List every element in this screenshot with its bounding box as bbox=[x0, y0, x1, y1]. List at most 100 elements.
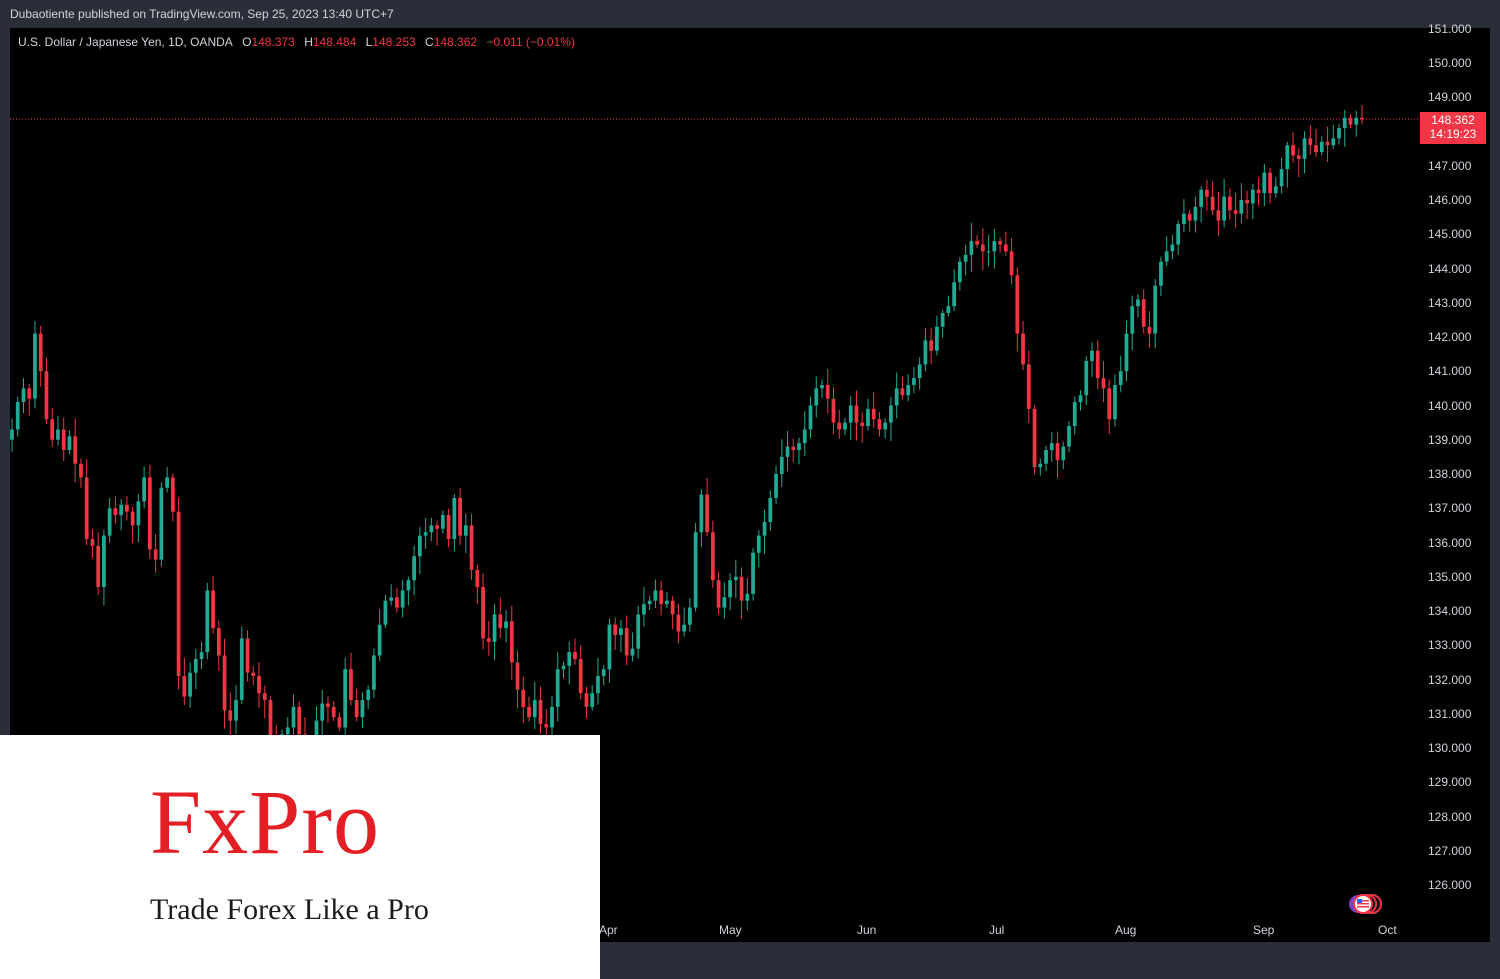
candle-body[interactable] bbox=[820, 384, 824, 389]
candle-body[interactable] bbox=[630, 648, 635, 656]
candle-body[interactable] bbox=[176, 511, 181, 677]
candle-body[interactable] bbox=[262, 693, 267, 701]
candle-body[interactable] bbox=[44, 371, 49, 420]
candle-body[interactable] bbox=[27, 388, 32, 399]
candle-body[interactable] bbox=[73, 436, 78, 464]
candle-body[interactable] bbox=[96, 545, 101, 588]
candle-body[interactable] bbox=[50, 419, 55, 440]
candle-body[interactable] bbox=[889, 405, 893, 423]
candle-body[interactable] bbox=[1210, 196, 1215, 211]
candle-body[interactable] bbox=[619, 628, 623, 635]
candle-body[interactable] bbox=[1193, 206, 1198, 221]
candle-body[interactable] bbox=[831, 398, 836, 423]
candle-body[interactable] bbox=[642, 604, 646, 615]
candle-body[interactable] bbox=[372, 655, 376, 690]
candle-body[interactable] bbox=[1113, 384, 1117, 420]
candle-body[interactable] bbox=[567, 652, 572, 666]
candle-body[interactable] bbox=[521, 689, 526, 707]
candle-body[interactable] bbox=[446, 515, 451, 540]
candle-body[interactable] bbox=[1009, 251, 1014, 276]
candle-body[interactable] bbox=[33, 333, 37, 399]
candle-body[interactable] bbox=[251, 672, 256, 677]
candle-body[interactable] bbox=[613, 624, 618, 635]
candle-body[interactable] bbox=[268, 700, 273, 738]
candle-body[interactable] bbox=[527, 706, 531, 718]
candle-body[interactable] bbox=[624, 628, 629, 656]
candle-body[interactable] bbox=[148, 477, 152, 550]
candle-body[interactable] bbox=[935, 326, 939, 351]
candle-body[interactable] bbox=[38, 333, 43, 372]
candle-body[interactable] bbox=[1021, 333, 1025, 365]
candle-body[interactable] bbox=[866, 408, 870, 427]
candle-body[interactable] bbox=[745, 593, 750, 601]
candle-body[interactable] bbox=[544, 724, 549, 728]
candle-body[interactable] bbox=[929, 340, 934, 351]
candle-body[interactable] bbox=[10, 429, 14, 440]
candle-body[interactable] bbox=[153, 549, 158, 560]
candle-body[interactable] bbox=[395, 597, 399, 608]
candle-body[interactable] bbox=[1164, 251, 1169, 262]
candle-body[interactable] bbox=[1078, 395, 1083, 403]
candle-body[interactable] bbox=[285, 727, 290, 735]
candle-body[interactable] bbox=[440, 515, 445, 529]
candle-body[interactable] bbox=[1348, 117, 1353, 125]
candle-body[interactable] bbox=[1153, 285, 1158, 334]
candle-body[interactable] bbox=[532, 700, 537, 718]
candle-body[interactable] bbox=[808, 405, 813, 430]
candle-body[interactable] bbox=[1187, 213, 1192, 221]
us-flag-icon[interactable] bbox=[1347, 893, 1391, 915]
candle-body[interactable] bbox=[659, 590, 664, 605]
candle-body[interactable] bbox=[1233, 210, 1238, 214]
candle-body[interactable] bbox=[1072, 402, 1077, 427]
candle-body[interactable] bbox=[1337, 128, 1341, 139]
candle-body[interactable] bbox=[894, 388, 899, 406]
candle-body[interactable] bbox=[722, 597, 727, 608]
candle-body[interactable] bbox=[986, 251, 991, 253]
candle-body[interactable] bbox=[211, 590, 215, 629]
candle-body[interactable] bbox=[1101, 378, 1106, 389]
candle-body[interactable] bbox=[1360, 117, 1364, 120]
candle-body[interactable] bbox=[469, 525, 474, 570]
candle-body[interactable] bbox=[1003, 244, 1008, 252]
candle-body[interactable] bbox=[1124, 333, 1129, 372]
candle-body[interactable] bbox=[90, 539, 95, 546]
candle-body[interactable] bbox=[980, 244, 985, 252]
candle-body[interactable] bbox=[1205, 189, 1209, 197]
candle-body[interactable] bbox=[113, 508, 118, 516]
candle-body[interactable] bbox=[1302, 138, 1307, 159]
candle-body[interactable] bbox=[1032, 408, 1037, 468]
candle-body[interactable] bbox=[561, 665, 566, 670]
candle-body[interactable] bbox=[498, 614, 503, 629]
candle-body[interactable] bbox=[130, 511, 135, 526]
candle-body[interactable] bbox=[84, 477, 89, 540]
candle-body[interactable] bbox=[366, 689, 371, 701]
candle-body[interactable] bbox=[871, 408, 876, 420]
candle-body[interactable] bbox=[400, 590, 405, 608]
candle-body[interactable] bbox=[814, 388, 819, 406]
candle-body[interactable] bbox=[67, 436, 72, 451]
candle-body[interactable] bbox=[584, 693, 589, 707]
candle-body[interactable] bbox=[883, 422, 888, 430]
candle-body[interactable] bbox=[492, 614, 497, 642]
candle-body[interactable] bbox=[205, 590, 210, 653]
candle-body[interactable] bbox=[779, 456, 784, 474]
candle-body[interactable] bbox=[590, 693, 595, 707]
candle-body[interactable] bbox=[504, 621, 508, 629]
candle-body[interactable] bbox=[1147, 326, 1152, 334]
candle-body[interactable] bbox=[349, 669, 353, 701]
candle-body[interactable] bbox=[1354, 117, 1359, 125]
candle-body[interactable] bbox=[923, 340, 928, 365]
candle-body[interactable] bbox=[688, 607, 692, 625]
candle-body[interactable] bbox=[912, 378, 916, 385]
candle-body[interactable] bbox=[762, 521, 767, 536]
candle-body[interactable] bbox=[665, 600, 669, 605]
candle-body[interactable] bbox=[940, 313, 945, 327]
candle-body[interactable] bbox=[1296, 155, 1301, 159]
candle-body[interactable] bbox=[1044, 450, 1048, 464]
candle-body[interactable] bbox=[222, 655, 227, 711]
candle-body[interactable] bbox=[768, 497, 773, 522]
candle-body[interactable] bbox=[136, 501, 141, 526]
candle-body[interactable] bbox=[188, 672, 192, 697]
candle-body[interactable] bbox=[1090, 350, 1094, 361]
candle-body[interactable] bbox=[1239, 200, 1244, 214]
